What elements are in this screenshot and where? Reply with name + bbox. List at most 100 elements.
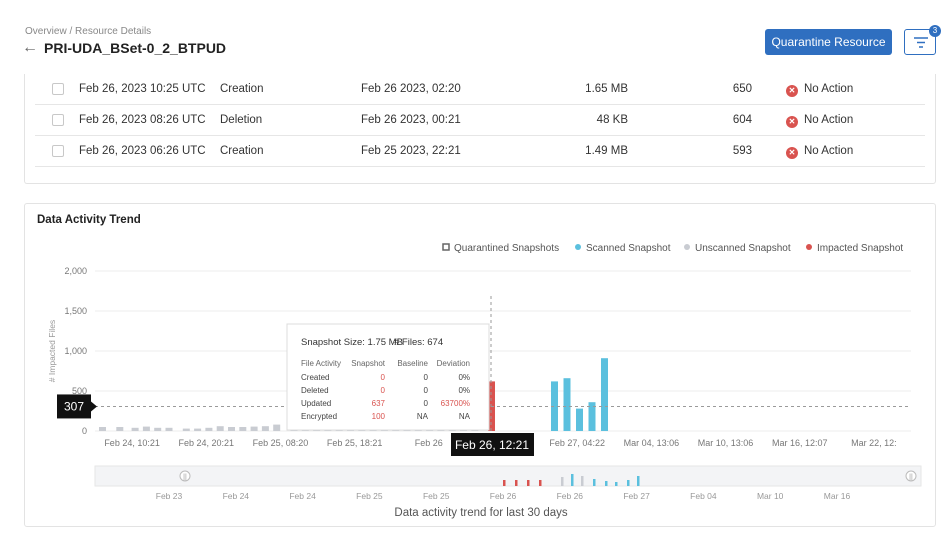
table-row[interactable]: Feb 26, 2023 10:25 UTC Creation Feb 26 2… bbox=[35, 74, 925, 105]
navigator-label: Feb 27 bbox=[623, 491, 650, 501]
tooltip-header: Snapshot bbox=[351, 359, 386, 368]
x-tick-label: Mar 22, 12: bbox=[851, 438, 897, 448]
quarantine-resource-button[interactable]: Quarantine Resource bbox=[765, 29, 892, 55]
navigator-label: Mar 16 bbox=[824, 491, 851, 501]
tooltip-cell: Encrypted bbox=[301, 412, 337, 421]
tooltip-cell: 0 bbox=[424, 373, 429, 382]
navigator-mini-bar bbox=[581, 476, 584, 486]
tooltip-cell: 0 bbox=[381, 386, 386, 395]
tooltip-cell: 63700% bbox=[441, 399, 470, 408]
legend-label: Impacted Snapshot bbox=[817, 243, 903, 254]
cell-date: Feb 25 2023, 22:21 bbox=[361, 145, 461, 157]
data-activity-trend-card: Data Activity Trend Quarantined Snapshot… bbox=[24, 203, 936, 527]
legend-quarantined-icon bbox=[442, 243, 450, 251]
reference-pointer bbox=[91, 401, 97, 412]
filter-button[interactable]: 3 bbox=[904, 25, 941, 55]
chart-bar-scanned bbox=[576, 408, 583, 431]
tooltip-cell: 0% bbox=[458, 386, 470, 395]
cell-type: Creation bbox=[220, 83, 264, 95]
error-x-icon: ✕ bbox=[786, 85, 798, 97]
chart-bar-unscanned bbox=[228, 427, 235, 431]
x-tick-label: Feb 25, 18:21 bbox=[327, 438, 383, 448]
tooltip-header: Baseline bbox=[397, 359, 428, 368]
x-tick-label: Feb 27, 04:22 bbox=[549, 438, 605, 448]
navigator-mini-bar bbox=[527, 480, 530, 486]
chart-bar-unscanned bbox=[165, 427, 173, 431]
y-tick-label: 1,500 bbox=[64, 306, 87, 316]
navigator-mini-bar bbox=[503, 480, 506, 486]
legend-label: Quarantined Snapshots bbox=[454, 243, 559, 254]
navigator-label: Feb 04 bbox=[690, 491, 717, 501]
legend-marker bbox=[806, 244, 812, 250]
cell-date: Feb 26 2023, 02:20 bbox=[361, 83, 461, 95]
cell-status: ✕ No Action bbox=[786, 114, 853, 128]
reference-label: 307 bbox=[64, 399, 84, 413]
x-tick-label: Feb 24, 10:21 bbox=[104, 438, 160, 448]
cell-time: Feb 26, 2023 06:26 UTC bbox=[79, 145, 206, 157]
navigator-mini-bar bbox=[561, 477, 564, 486]
status-text: No Action bbox=[804, 114, 854, 126]
navigator-label: Mar 10 bbox=[757, 491, 784, 501]
tooltip-cell: 637 bbox=[372, 399, 386, 408]
navigator-label: Feb 24 bbox=[289, 491, 316, 501]
tooltip-header: Deviation bbox=[437, 359, 470, 368]
cell-files: 593 bbox=[732, 145, 752, 157]
x-tick-label: Mar 16, 12:07 bbox=[772, 438, 828, 448]
chart-bar-unscanned bbox=[250, 426, 258, 431]
chart-bar-unscanned bbox=[99, 427, 106, 431]
snapshot-table: Feb 26, 2023 10:25 UTC Creation Feb 26 2… bbox=[24, 74, 936, 184]
tooltip-files: # Files: 674 bbox=[394, 337, 443, 348]
y-tick-label: 0 bbox=[82, 426, 87, 436]
breadcrumb: Overview / Resource Details bbox=[25, 26, 151, 37]
tooltip-cell: 0% bbox=[458, 373, 470, 382]
y-tick-label: 2,000 bbox=[64, 266, 87, 276]
cell-date: Feb 26 2023, 00:21 bbox=[361, 114, 461, 126]
tooltip-cell: Updated bbox=[301, 399, 331, 408]
table-row[interactable]: Feb 26, 2023 08:26 UTC Deletion Feb 26 2… bbox=[35, 105, 925, 136]
chart-bar-unscanned bbox=[142, 426, 150, 431]
navigator-mini-bar bbox=[637, 476, 640, 486]
hover-date-label: Feb 26, 12:21 bbox=[455, 438, 529, 452]
cell-size: 48 KB bbox=[596, 114, 628, 126]
breadcrumb-overview[interactable]: Overview bbox=[25, 26, 67, 37]
cell-size: 1.49 MB bbox=[585, 145, 628, 157]
row-checkbox[interactable] bbox=[52, 114, 64, 126]
navigator-mini-bar bbox=[515, 480, 518, 486]
x-tick-label: Feb 25, 08:20 bbox=[253, 438, 309, 448]
chart-bar-scanned bbox=[601, 358, 608, 431]
tooltip-header: File Activity bbox=[301, 359, 341, 368]
cell-type: Creation bbox=[220, 145, 264, 157]
back-arrow-icon[interactable]: ← bbox=[22, 39, 38, 57]
activity-chart[interactable]: Quarantined Snapshots Scanned Snapshot Uns… bbox=[25, 204, 937, 504]
table-row[interactable]: Feb 26, 2023 06:26 UTC Creation Feb 25 2… bbox=[35, 136, 925, 167]
chart-bar-unscanned bbox=[194, 428, 202, 431]
tooltip-size: Snapshot Size: 1.75 MB bbox=[301, 337, 403, 348]
breadcrumb-current: Resource Details bbox=[75, 26, 152, 37]
navigator-label: Feb 25 bbox=[356, 491, 383, 501]
chart-footer: Data activity trend for last 30 days bbox=[394, 507, 568, 519]
cell-files: 604 bbox=[732, 114, 752, 126]
navigator-label: Feb 24 bbox=[223, 491, 250, 501]
error-x-icon: ✕ bbox=[786, 147, 798, 159]
navigator-mini-bar bbox=[627, 480, 630, 486]
tooltip-cell: 0 bbox=[381, 373, 386, 382]
row-checkbox[interactable] bbox=[52, 83, 64, 95]
tooltip-cell: Deleted bbox=[301, 386, 329, 395]
chart-bar-scanned bbox=[563, 378, 571, 431]
error-x-icon: ✕ bbox=[786, 116, 798, 128]
cell-time: Feb 26, 2023 08:26 UTC bbox=[79, 114, 206, 126]
navigator-label: Feb 23 bbox=[156, 491, 183, 501]
cell-status: ✕ No Action bbox=[786, 83, 853, 97]
chart-bar-unscanned bbox=[205, 427, 213, 431]
legend-label: Unscanned Snapshot bbox=[695, 243, 791, 254]
cell-size: 1.65 MB bbox=[585, 83, 628, 95]
page-title: PRI-UDA_BSet-0_2_BTPUD bbox=[44, 40, 227, 56]
chart-bar-unscanned bbox=[154, 427, 162, 431]
chart-bar-unscanned bbox=[261, 426, 269, 431]
y-tick-label: 1,000 bbox=[64, 346, 87, 356]
navigator-mini-bar bbox=[615, 482, 618, 486]
navigator-mini-bar bbox=[605, 481, 608, 486]
tooltip-cell: 0 bbox=[424, 386, 429, 395]
row-checkbox[interactable] bbox=[52, 145, 64, 157]
x-tick-label: Mar 04, 13:06 bbox=[624, 438, 680, 448]
